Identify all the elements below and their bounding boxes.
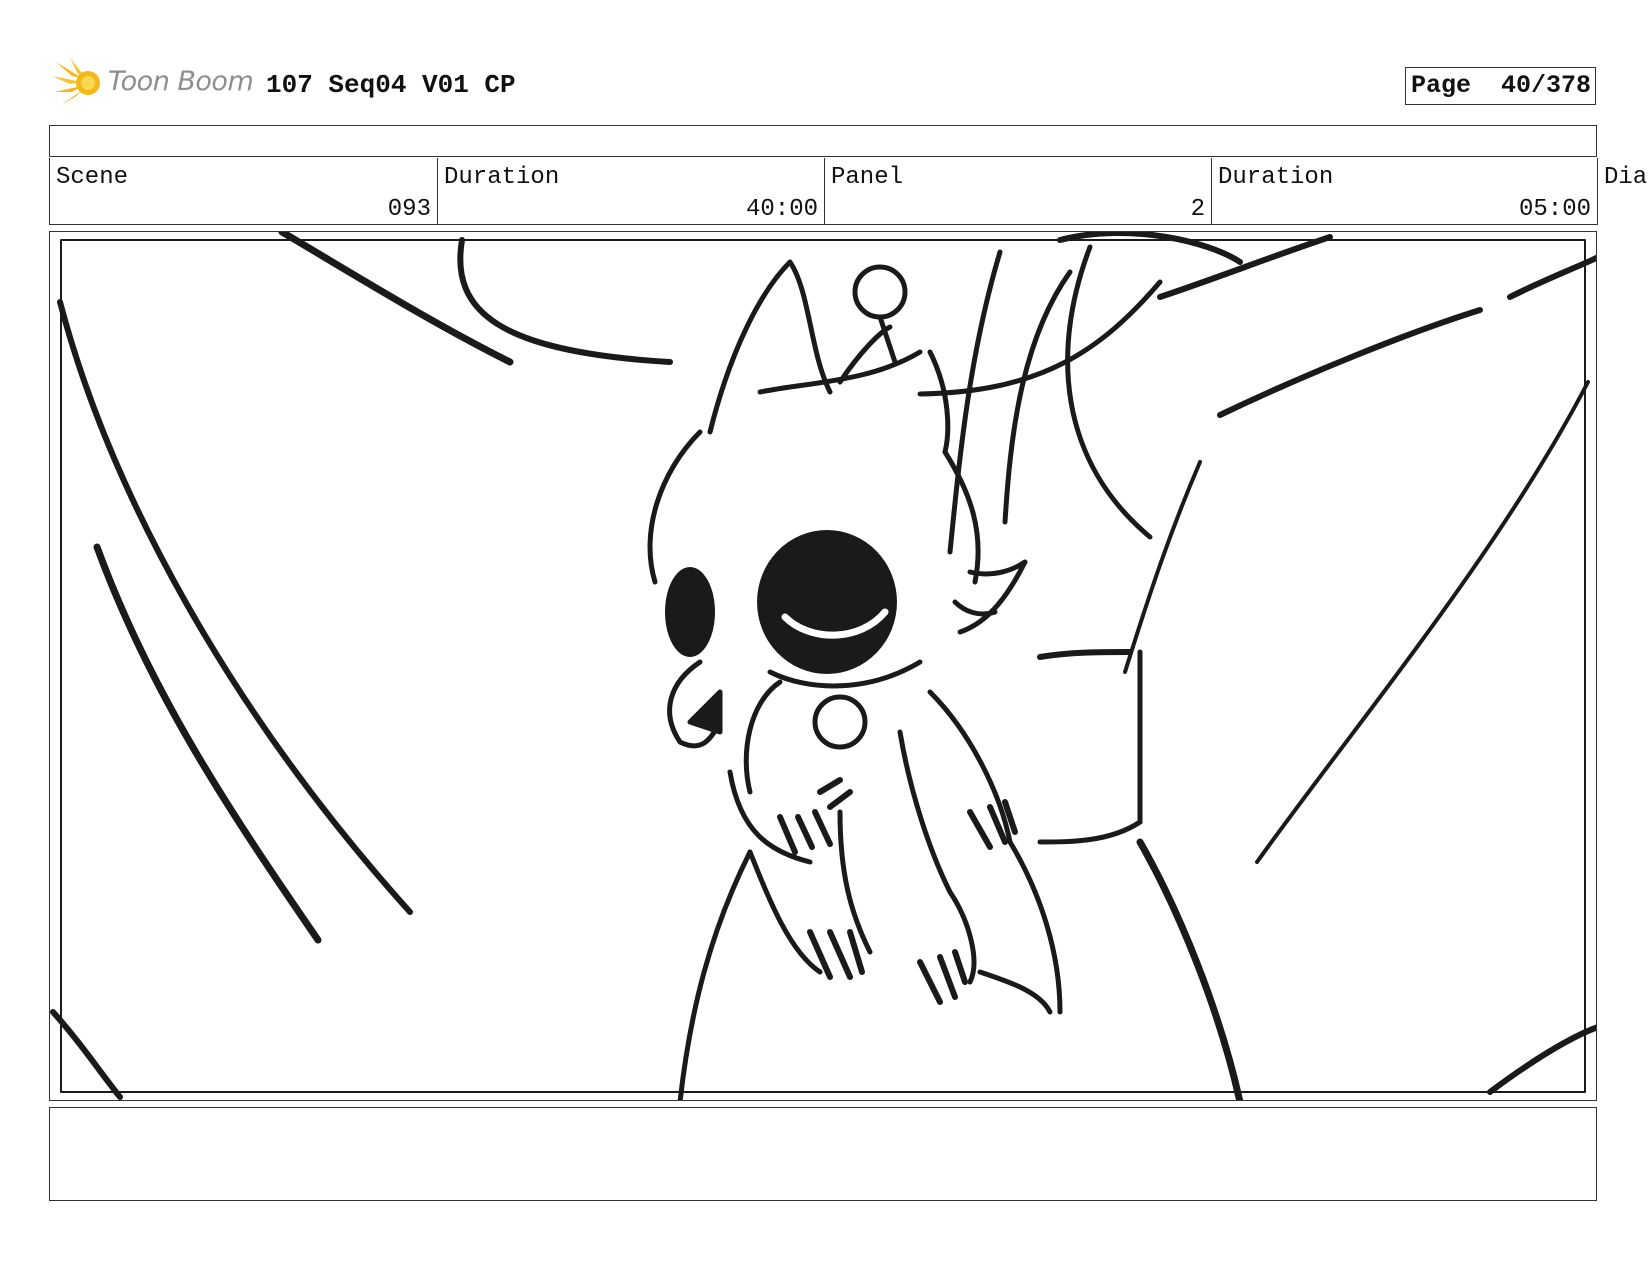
scene-field: Scene 093 (49, 158, 437, 225)
panel-field: Panel 2 (824, 158, 1211, 225)
logo-text: Toon Boom (108, 66, 254, 97)
panel-duration-field: Duration 05:00 (1211, 158, 1598, 225)
page-number: 40/378 (1501, 71, 1592, 100)
scene-duration-field: Duration 40:00 (437, 158, 824, 225)
panel-sketch (50, 232, 1596, 1100)
panel-value: 2 (1190, 196, 1205, 223)
dialogue-label-clipped: Dia (1604, 164, 1648, 191)
panel-duration-value: 05:00 (1518, 196, 1591, 223)
scene-value: 093 (387, 196, 431, 223)
panel-notes[interactable] (49, 1107, 1597, 1201)
info-strip (49, 125, 1597, 157)
project-title: 107 Seq04 V01 CP (266, 70, 516, 100)
scene-duration-value: 40:00 (745, 196, 818, 223)
scene-label: Scene (56, 164, 129, 191)
panel-duration-label: Duration (1218, 164, 1334, 191)
panel-label: Panel (831, 164, 904, 191)
page-label: Page (1411, 71, 1472, 100)
page-indicator: Page 40/378 (1405, 67, 1596, 105)
starburst-icon (52, 58, 100, 106)
storyboard-panel (49, 231, 1597, 1101)
scene-duration-label: Duration (444, 164, 560, 191)
toon-boom-logo: Toon Boom (52, 56, 254, 112)
